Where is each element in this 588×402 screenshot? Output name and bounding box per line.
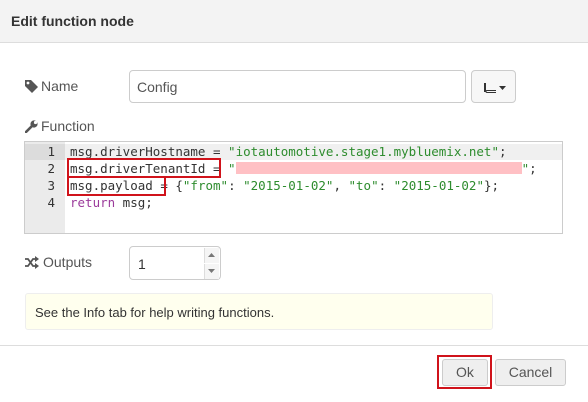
shuffle-icon <box>25 256 39 269</box>
code-token: : <box>228 178 244 193</box>
code-token: "from" <box>182 178 229 193</box>
wrench-icon <box>25 120 38 133</box>
tag-icon <box>25 80 38 93</box>
name-input[interactable] <box>129 70 466 103</box>
caret-up-icon <box>208 253 215 257</box>
outputs-label-text: Outputs <box>43 254 93 270</box>
function-label: Function <box>25 118 125 135</box>
dialog-title: Edit function node <box>11 13 134 29</box>
redacted-value <box>235 162 522 174</box>
code-line: 4 return msg; <box>25 195 562 211</box>
code-text: return msg; <box>70 195 153 211</box>
line-number: 4 <box>47 195 55 210</box>
code-token: , <box>333 178 349 193</box>
line-number: 2 <box>47 161 55 176</box>
code-token: "2015-01-02" <box>393 178 484 193</box>
code-token: msg; <box>115 195 153 210</box>
code-token: " <box>228 161 236 176</box>
code-token: " <box>521 161 530 176</box>
code-token: "2015-01-02" <box>243 178 334 193</box>
highlight-box-payload <box>67 176 166 196</box>
highlight-box-ok <box>437 355 492 389</box>
line-number: 3 <box>47 178 55 193</box>
outputs-spinner[interactable]: 1 <box>129 246 221 280</box>
decrement-button[interactable] <box>204 264 219 279</box>
dialog-titlebar: Edit function node <box>0 0 588 43</box>
name-label-text: Name <box>41 78 79 94</box>
book-icon <box>484 82 496 93</box>
caret-down-icon <box>499 86 506 90</box>
code-token: return <box>70 195 116 210</box>
code-token: ; <box>529 161 537 176</box>
highlight-box-tenant-id <box>67 158 221 178</box>
code-token: { <box>175 178 183 193</box>
caret-down-icon <box>208 269 215 273</box>
cancel-button[interactable]: Cancel <box>495 359 566 386</box>
name-label: Name <box>25 78 115 95</box>
help-tip-text: See the Info tab for help writing functi… <box>35 305 275 320</box>
outputs-value: 1 <box>138 256 146 272</box>
library-button[interactable] <box>471 70 516 103</box>
line-number: 1 <box>47 144 55 159</box>
increment-button[interactable] <box>204 248 219 263</box>
help-tip: See the Info tab for help writing functi… <box>25 293 493 330</box>
code-token: : <box>378 178 394 193</box>
code-token: "to" <box>348 178 379 193</box>
code-token: msg.driverHostname <box>70 144 206 159</box>
code-token: = <box>205 144 229 159</box>
code-token: "iotautomotive.stage1.mybluemix.net" <box>228 144 499 159</box>
code-token: ; <box>498 144 507 159</box>
function-label-text: Function <box>41 118 95 134</box>
code-token: }; <box>483 178 500 193</box>
outputs-label: Outputs <box>25 254 125 271</box>
